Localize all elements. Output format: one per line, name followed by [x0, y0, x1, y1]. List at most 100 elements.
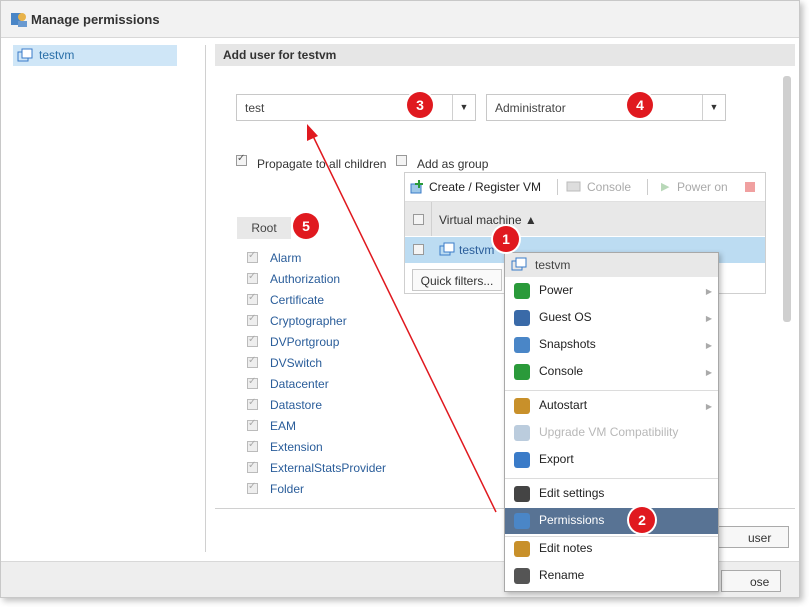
menu-item-power[interactable]: Power ▶ [505, 278, 718, 304]
menu-item-console[interactable]: Console ▶ [505, 359, 718, 385]
menu-item-permissions[interactable]: Permissions [505, 508, 718, 534]
menu-item-label: Power [539, 283, 574, 297]
create-vm-icon [410, 180, 423, 194]
privilege-label: Authorization [270, 272, 341, 286]
privilege-label: Folder [270, 482, 305, 496]
menu-item-label: Guest OS [539, 310, 592, 324]
console-icon [566, 181, 581, 192]
toolbar-divider [647, 179, 648, 195]
user-select[interactable]: test ▼ [236, 94, 476, 121]
privilege-checkbox[interactable] [247, 334, 258, 347]
privilege-checkbox[interactable] [247, 460, 258, 473]
step-badge-1: 1 [493, 226, 519, 252]
root-button[interactable]: Root [237, 217, 291, 239]
menu-separator [505, 390, 718, 391]
power-on-button[interactable]: Power on [677, 180, 728, 194]
vm-toolbar: Create / Register VM Console ▶ Power on [405, 173, 765, 202]
role-select[interactable]: Administrator ▼ [486, 94, 726, 121]
context-menu-header: testvm [505, 253, 718, 277]
context-menu-title: testvm [535, 258, 571, 272]
chevron-right-icon: ▶ [705, 402, 712, 411]
create-register-vm-button[interactable]: Create / Register VM [429, 180, 541, 194]
chevron-down-icon[interactable]: ▼ [702, 95, 725, 120]
snapshots-icon [514, 337, 530, 353]
privilege-checkbox[interactable] [247, 271, 258, 284]
privilege-label: DVSwitch [270, 356, 323, 370]
context-menu: testvm Power ▶ Guest OS ▶ Snapshots ▶ Console ▶… [504, 252, 719, 592]
privilege-label: Certificate [270, 293, 325, 307]
column-divider [431, 202, 432, 236]
menu-separator [505, 478, 718, 479]
menu-item-snapshots[interactable]: Snapshots ▶ [505, 332, 718, 358]
menu-item-label: Export [539, 452, 574, 466]
close-button[interactable]: ose [721, 570, 781, 592]
power-off-icon[interactable] [745, 182, 755, 192]
sidebar-item-testvm[interactable]: testvm [13, 45, 177, 66]
privilege-checkbox[interactable] [247, 481, 258, 494]
guest-os-icon [514, 310, 530, 326]
section-title: Add user for testvm [223, 48, 337, 62]
dialog-title: Manage permissions [31, 12, 160, 27]
vertical-divider [205, 45, 206, 552]
console-button[interactable]: Console [587, 180, 631, 194]
permissions-icon [11, 13, 27, 27]
privilege-checkbox[interactable] [247, 376, 258, 389]
row-checkbox[interactable] [413, 244, 424, 255]
rename-icon [514, 568, 530, 584]
vm-icon [17, 48, 33, 62]
step-badge-4: 4 [627, 92, 653, 118]
vm-icon [511, 257, 527, 271]
propagate-label: Propagate to all children [257, 157, 387, 171]
autostart-icon [514, 398, 530, 414]
menu-item-label: Snapshots [539, 337, 596, 351]
menu-item-autostart[interactable]: Autostart ▶ [505, 393, 718, 419]
menu-item-label: Autostart [539, 398, 588, 412]
menu-item-edit-notes[interactable]: Edit notes [505, 536, 718, 562]
user-select-value: test [245, 101, 265, 115]
privilege-label: Datacenter [270, 377, 329, 391]
privilege-label: EAM [270, 419, 297, 433]
privilege-checkbox[interactable] [247, 292, 258, 305]
privilege-checkbox[interactable] [247, 439, 258, 452]
privilege-checkbox[interactable] [247, 355, 258, 368]
menu-item-guest-os[interactable]: Guest OS ▶ [505, 305, 718, 331]
chevron-down-icon[interactable]: ▼ [452, 95, 475, 120]
menu-item-label: Edit settings [539, 486, 605, 500]
add-as-group-label: Add as group [417, 157, 489, 171]
play-icon: ▶ [661, 181, 670, 193]
chevron-right-icon: ▶ [705, 314, 712, 323]
permissions-icon [514, 513, 530, 529]
vm-icon [439, 242, 455, 256]
privilege-label: ExternalStatsProvider [270, 461, 387, 475]
sidebar-item-label: testvm [39, 48, 75, 62]
power-icon [514, 283, 530, 299]
privilege-label: Alarm [270, 251, 302, 265]
scrollbar[interactable] [783, 76, 791, 322]
column-header-virtual-machine[interactable]: Virtual machine ▲ [439, 213, 537, 227]
privilege-label: Datastore [270, 398, 323, 412]
privilege-checkbox[interactable] [247, 418, 258, 431]
privilege-label: Cryptographer [270, 314, 347, 328]
select-all-checkbox[interactable] [413, 214, 424, 225]
privilege-checkbox[interactable] [247, 313, 258, 326]
menu-item-rename[interactable]: Rename [505, 563, 718, 589]
menu-item-edit-settings[interactable]: Edit settings [505, 481, 718, 507]
add-user-button[interactable]: user [717, 526, 789, 548]
privilege-checkbox[interactable] [247, 250, 258, 263]
menu-item-export[interactable]: Export [505, 447, 718, 473]
chevron-right-icon: ▶ [705, 287, 712, 296]
propagate-checkbox[interactable] [236, 153, 247, 166]
menu-item-label: Upgrade VM Compatibility [539, 425, 679, 439]
step-badge-2: 2 [629, 507, 655, 533]
upgrade-icon [514, 425, 530, 441]
role-select-value: Administrator [495, 101, 566, 115]
menu-item-label: Edit notes [539, 541, 593, 555]
edit-settings-icon [514, 486, 530, 502]
toolbar-divider [557, 179, 558, 195]
quick-filters-button[interactable]: Quick filters... [412, 269, 502, 291]
export-icon [514, 452, 530, 468]
add-as-group-checkbox[interactable] [396, 155, 407, 166]
chevron-right-icon: ▶ [705, 341, 712, 350]
vm-name[interactable]: testvm [459, 243, 494, 257]
privilege-checkbox[interactable] [247, 397, 258, 410]
